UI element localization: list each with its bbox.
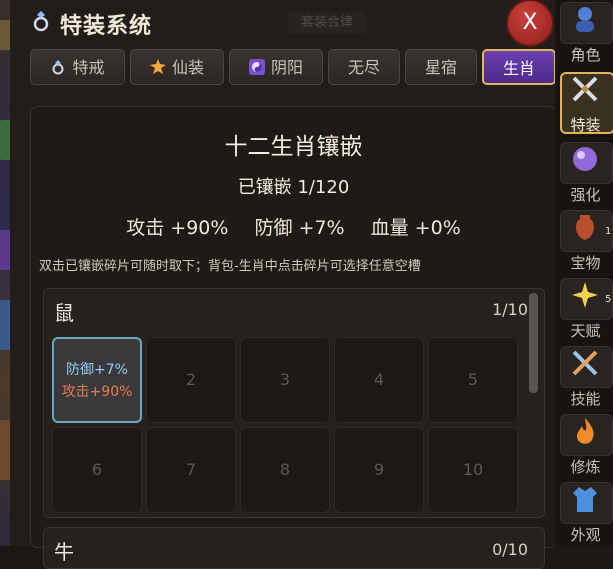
sidebar-item-waiguan[interactable]: 外观 [558,480,613,546]
vase-icon [575,215,595,240]
character-icon [576,7,594,32]
tab-label: 无尽 [347,58,380,77]
window-title: 特装系统 [60,14,153,39]
zodiac-slot-5[interactable]: 5 [428,337,518,423]
slot-defense-text: 防御+7% [66,362,128,378]
tab-label: 特戒 [72,58,105,77]
sidebar-item-tezhuang[interactable]: 特装 [558,70,613,136]
zodiac-slot-3[interactable]: 3 [240,337,330,423]
zodiac-slot-1[interactable]: 防御+7% 攻击+90% [52,337,142,423]
background-title: 套装合律 [288,12,366,34]
sidebar-item-label: 外观 [570,526,601,544]
panel-title: 十二生肖镶嵌 [224,134,363,160]
tab-xianzhuang[interactable]: 仙装 [130,49,224,85]
sidebar-item-baowu[interactable]: 1 宝物 [558,208,613,274]
ring-icon [52,60,64,75]
scrollbar[interactable] [529,293,538,393]
zodiac-section-rat: 鼠 1/10 防御+7% 攻击+90% 2 3 4 5 6 7 8 9 10 [43,288,545,518]
sun-icon [149,59,166,74]
sidebar-item-jineng[interactable]: 技能 [558,344,613,410]
attack-stat: 攻击 +90% [126,217,229,239]
zodiac-slot-8[interactable]: 8 [240,427,330,513]
equipment-window: 特装系统 套装合律 X 特戒 仙装 阴阳 无尽 星宿 生肖 十二生肖镶嵌 已镶嵌… [10,0,557,569]
tab-teji[interactable]: 特戒 [30,49,125,85]
hint-text: 双击已镶嵌碎片可随时取下；背包-生肖中点击碎片可选择任意空槽 [39,259,421,274]
zodiac-slot-9[interactable]: 9 [334,427,424,513]
sidebar-item-label: 技能 [570,390,601,408]
sidebar-item-label: 修炼 [570,458,601,476]
defense-stat: 防御 +7% [254,217,345,239]
tab-label: 阴阳 [270,58,303,77]
tab-wujin[interactable]: 无尽 [328,49,400,85]
zodiac-slot-6[interactable]: 6 [52,427,142,513]
zodiac-slot-10[interactable]: 10 [428,427,518,513]
stat-summary: 攻击 +90% 防御 +7% 血量 +0% [31,213,556,240]
tab-yinyang[interactable]: 阴阳 [229,49,323,85]
purple-orb-icon [573,147,597,171]
badge-count: 1 [605,226,612,237]
right-sidebar: 角色 特装 强化 1 宝物 5 天赋 技能 修炼 外观 [555,0,613,546]
sidebar-item-character[interactable]: 角色 [558,0,613,66]
tab-xingxiu[interactable]: 星宿 [405,49,477,85]
yinyang-icon [248,59,265,75]
zodiac-panel: 十二生肖镶嵌 已镶嵌 1/120 攻击 +90% 防御 +7% 血量 +0% 双… [30,106,557,569]
swords-icon [572,350,598,376]
flame-icon [577,418,594,444]
zodiac-slot-4[interactable]: 4 [334,337,424,423]
tab-label: 仙装 [171,58,204,77]
sparkle-icon [572,282,598,308]
sidebar-item-label: 宝物 [570,254,601,272]
inlaid-count: 已镶嵌 1/120 [237,177,350,198]
robe-icon [573,487,597,512]
sidebar-item-label: 天赋 [570,322,601,340]
section-name: 鼠 [54,301,74,325]
tab-label: 生肖 [502,59,535,78]
section-progress: 0/10 [492,540,528,559]
tab-shengxiao[interactable]: 生肖 [482,49,556,85]
zodiac-slot-7[interactable]: 7 [146,427,236,513]
sidebar-item-tianfu[interactable]: 5 天赋 [558,276,613,342]
crossed-swords-icon [572,76,598,102]
slot-attack-text: 攻击+90% [61,384,133,400]
section-progress: 1/10 [492,300,528,319]
zodiac-section-ox: 牛 0/10 [43,527,545,569]
zodiac-slot-2[interactable]: 2 [146,337,236,423]
ring-icon [33,11,49,32]
sidebar-item-label: 特装 [570,116,601,134]
tab-label: 星宿 [424,58,457,77]
sidebar-item-qianghua[interactable]: 强化 [558,140,613,206]
section-name: 牛 [54,540,74,564]
hp-stat: 血量 +0% [370,217,461,239]
badge-count: 5 [605,294,612,305]
sidebar-item-label: 强化 [570,186,601,204]
sidebar-item-label: 角色 [570,46,601,64]
sidebar-item-xiulian[interactable]: 修炼 [558,412,613,478]
close-button[interactable]: X [508,1,552,45]
